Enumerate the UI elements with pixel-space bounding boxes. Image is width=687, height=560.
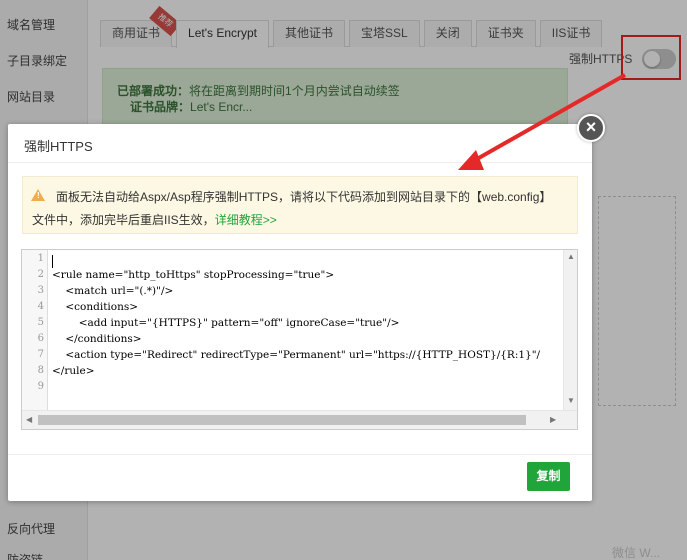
arrow-shaft <box>469 73 626 165</box>
arrow-head <box>458 150 484 170</box>
annotation-arrow <box>458 73 626 170</box>
